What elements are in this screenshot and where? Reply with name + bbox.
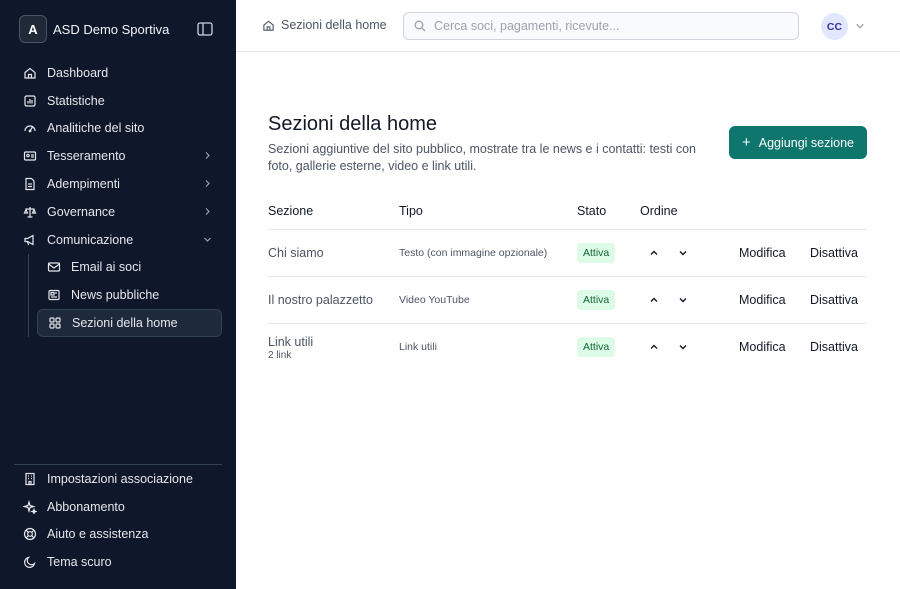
id-card-icon xyxy=(23,151,37,161)
brand-name: ASD Demo Sportiva xyxy=(53,21,170,37)
section-type: Testo (con immagine opzionale) xyxy=(399,247,548,259)
sidebar-item-label: Tema scuro xyxy=(47,555,112,570)
megaphone-icon xyxy=(24,234,34,246)
sidebar-item-impostazioni[interactable]: Impostazioni associazione xyxy=(14,465,222,493)
edit-button[interactable]: Modifica xyxy=(739,293,786,307)
sidebar-item-label: Comunicazione xyxy=(47,232,134,247)
sidebar-toggle-icon[interactable] xyxy=(197,22,213,36)
deactivate-button[interactable]: Disattiva xyxy=(810,340,858,354)
chevron-up-icon[interactable] xyxy=(648,247,660,259)
breadcrumb-current: Sezioni della home xyxy=(281,18,387,32)
section-name: Link utili xyxy=(268,335,314,349)
sidebar-bottom-nav: Impostazioni associazione Abbonamento Ai… xyxy=(14,464,222,576)
section-type: Video YouTube xyxy=(399,294,470,306)
section-name: Il nostro palazzetto xyxy=(268,293,373,307)
home-icon xyxy=(24,67,36,79)
sidebar-subnav-comunicazione: Email ai soci News pubbliche Sezioni del… xyxy=(28,253,222,337)
sidebar-item-governance[interactable]: Governance xyxy=(14,198,222,226)
column-header-section: Sezione xyxy=(268,204,314,218)
scale-icon xyxy=(23,206,37,218)
sidebar-item-tema-scuro[interactable]: Tema scuro xyxy=(14,548,222,576)
deactivate-button[interactable]: Disattiva xyxy=(810,293,858,307)
sidebar-item-label: Statistiche xyxy=(47,93,105,108)
brand[interactable]: A ASD Demo Sportiva xyxy=(19,15,169,43)
layout-icon xyxy=(49,317,61,329)
status-badge: Attiva xyxy=(577,243,616,263)
sidebar-item-abbonamento[interactable]: Abbonamento xyxy=(14,493,222,521)
sidebar-item-aiuto[interactable]: Aiuto e assistenza xyxy=(14,521,222,549)
section-name: Chi siamo xyxy=(268,246,324,260)
add-section-label: Aggiungi sezione xyxy=(758,135,854,150)
chevron-up-icon[interactable] xyxy=(648,341,660,353)
sections-table: Sezione Tipo Stato Ordine Chi siamo Test… xyxy=(268,193,867,371)
sidebar-item-email-soci[interactable]: Email ai soci xyxy=(37,254,222,282)
chevron-down-icon[interactable] xyxy=(677,247,689,259)
mail-icon xyxy=(47,262,61,273)
sidebar-item-label: Impostazioni associazione xyxy=(47,471,193,486)
status-badge: Attiva xyxy=(577,290,616,310)
search-box[interactable] xyxy=(403,12,799,40)
sidebar-item-tesseramento[interactable]: Tesseramento xyxy=(14,142,222,170)
chevron-right-icon xyxy=(205,152,210,160)
sidebar-item-label: Governance xyxy=(47,204,116,219)
breadcrumb: Sezioni della home xyxy=(262,18,387,32)
chevron-down-icon[interactable] xyxy=(677,294,689,306)
sidebar-item-label: Email ai soci xyxy=(71,260,142,275)
table-header: Sezione Tipo Stato Ordine xyxy=(268,193,867,230)
column-header-status: Stato xyxy=(577,204,607,218)
sidebar-item-sezioni-home[interactable]: Sezioni della home xyxy=(37,309,222,337)
chevron-down-icon[interactable] xyxy=(855,21,865,31)
sidebar: A ASD Demo Sportiva Dashboard Statistich… xyxy=(0,0,236,589)
chevron-up-icon[interactable] xyxy=(648,294,660,306)
sidebar-item-statistiche[interactable]: Statistiche xyxy=(14,87,222,115)
sidebar-item-label: Aiuto e assistenza xyxy=(47,527,149,542)
lifebuoy-icon xyxy=(23,528,37,541)
file-icon xyxy=(25,177,35,191)
column-header-type: Tipo xyxy=(399,204,423,218)
chevron-down-icon[interactable] xyxy=(677,341,689,353)
section-detail: 2 link xyxy=(268,350,292,361)
sidebar-item-label: Tesseramento xyxy=(47,149,126,164)
sidebar-item-analitiche[interactable]: Analitiche del sito xyxy=(14,115,222,143)
avatar[interactable]: CC xyxy=(821,13,848,40)
sidebar-item-news-pubbliche[interactable]: News pubbliche xyxy=(37,281,222,309)
home-icon[interactable] xyxy=(262,19,275,32)
page-subtitle: Sezioni aggiuntive del sito pubblico, mo… xyxy=(268,142,697,173)
topbar: Sezioni della home CC xyxy=(236,0,900,52)
sidebar-item-dashboard[interactable]: Dashboard xyxy=(14,59,222,87)
sidebar-item-label: Sezioni della home xyxy=(72,316,178,331)
column-header-order: Ordine xyxy=(640,204,678,218)
moon-icon xyxy=(24,556,36,569)
edit-button[interactable]: Modifica xyxy=(739,246,786,260)
sidebar-item-label: Analitiche del sito xyxy=(47,121,145,136)
building-icon xyxy=(25,472,35,485)
table-row: Il nostro palazzetto Video YouTube Attiv… xyxy=(268,277,867,324)
sidebar-item-adempimenti[interactable]: Adempimenti xyxy=(14,170,222,198)
brand-logo: A xyxy=(19,15,47,43)
gauge-icon xyxy=(24,125,36,133)
status-badge: Attiva xyxy=(577,337,616,357)
plus-icon: + xyxy=(742,134,751,151)
sidebar-item-comunicazione[interactable]: Comunicazione xyxy=(14,226,222,254)
sidebar-item-label: Abbonamento xyxy=(47,499,125,514)
page-title: Sezioni della home xyxy=(268,113,437,135)
table-row: Chi siamo Testo (con immagine opzionale)… xyxy=(268,230,867,277)
chart-icon xyxy=(24,95,36,107)
section-type: Link utili xyxy=(399,341,437,353)
edit-button[interactable]: Modifica xyxy=(739,340,786,354)
chevron-down-icon xyxy=(204,237,211,242)
sidebar-item-label: Adempimenti xyxy=(47,177,120,192)
table-row: Link utili 2 link Link utili Attiva Modi… xyxy=(268,324,867,371)
search-icon xyxy=(414,20,426,32)
add-section-button[interactable]: + Aggiungi sezione xyxy=(729,126,867,159)
sidebar-item-label: Dashboard xyxy=(47,65,109,80)
chevron-right-icon xyxy=(205,180,210,188)
sparkles-icon xyxy=(23,499,37,514)
chevron-right-icon xyxy=(205,208,210,215)
search-input[interactable] xyxy=(434,19,774,33)
deactivate-button[interactable]: Disattiva xyxy=(810,246,858,260)
newspaper-icon xyxy=(48,290,60,301)
sidebar-nav: Dashboard Statistiche Analitiche del sit… xyxy=(14,59,222,337)
sidebar-item-label: News pubbliche xyxy=(71,288,160,303)
